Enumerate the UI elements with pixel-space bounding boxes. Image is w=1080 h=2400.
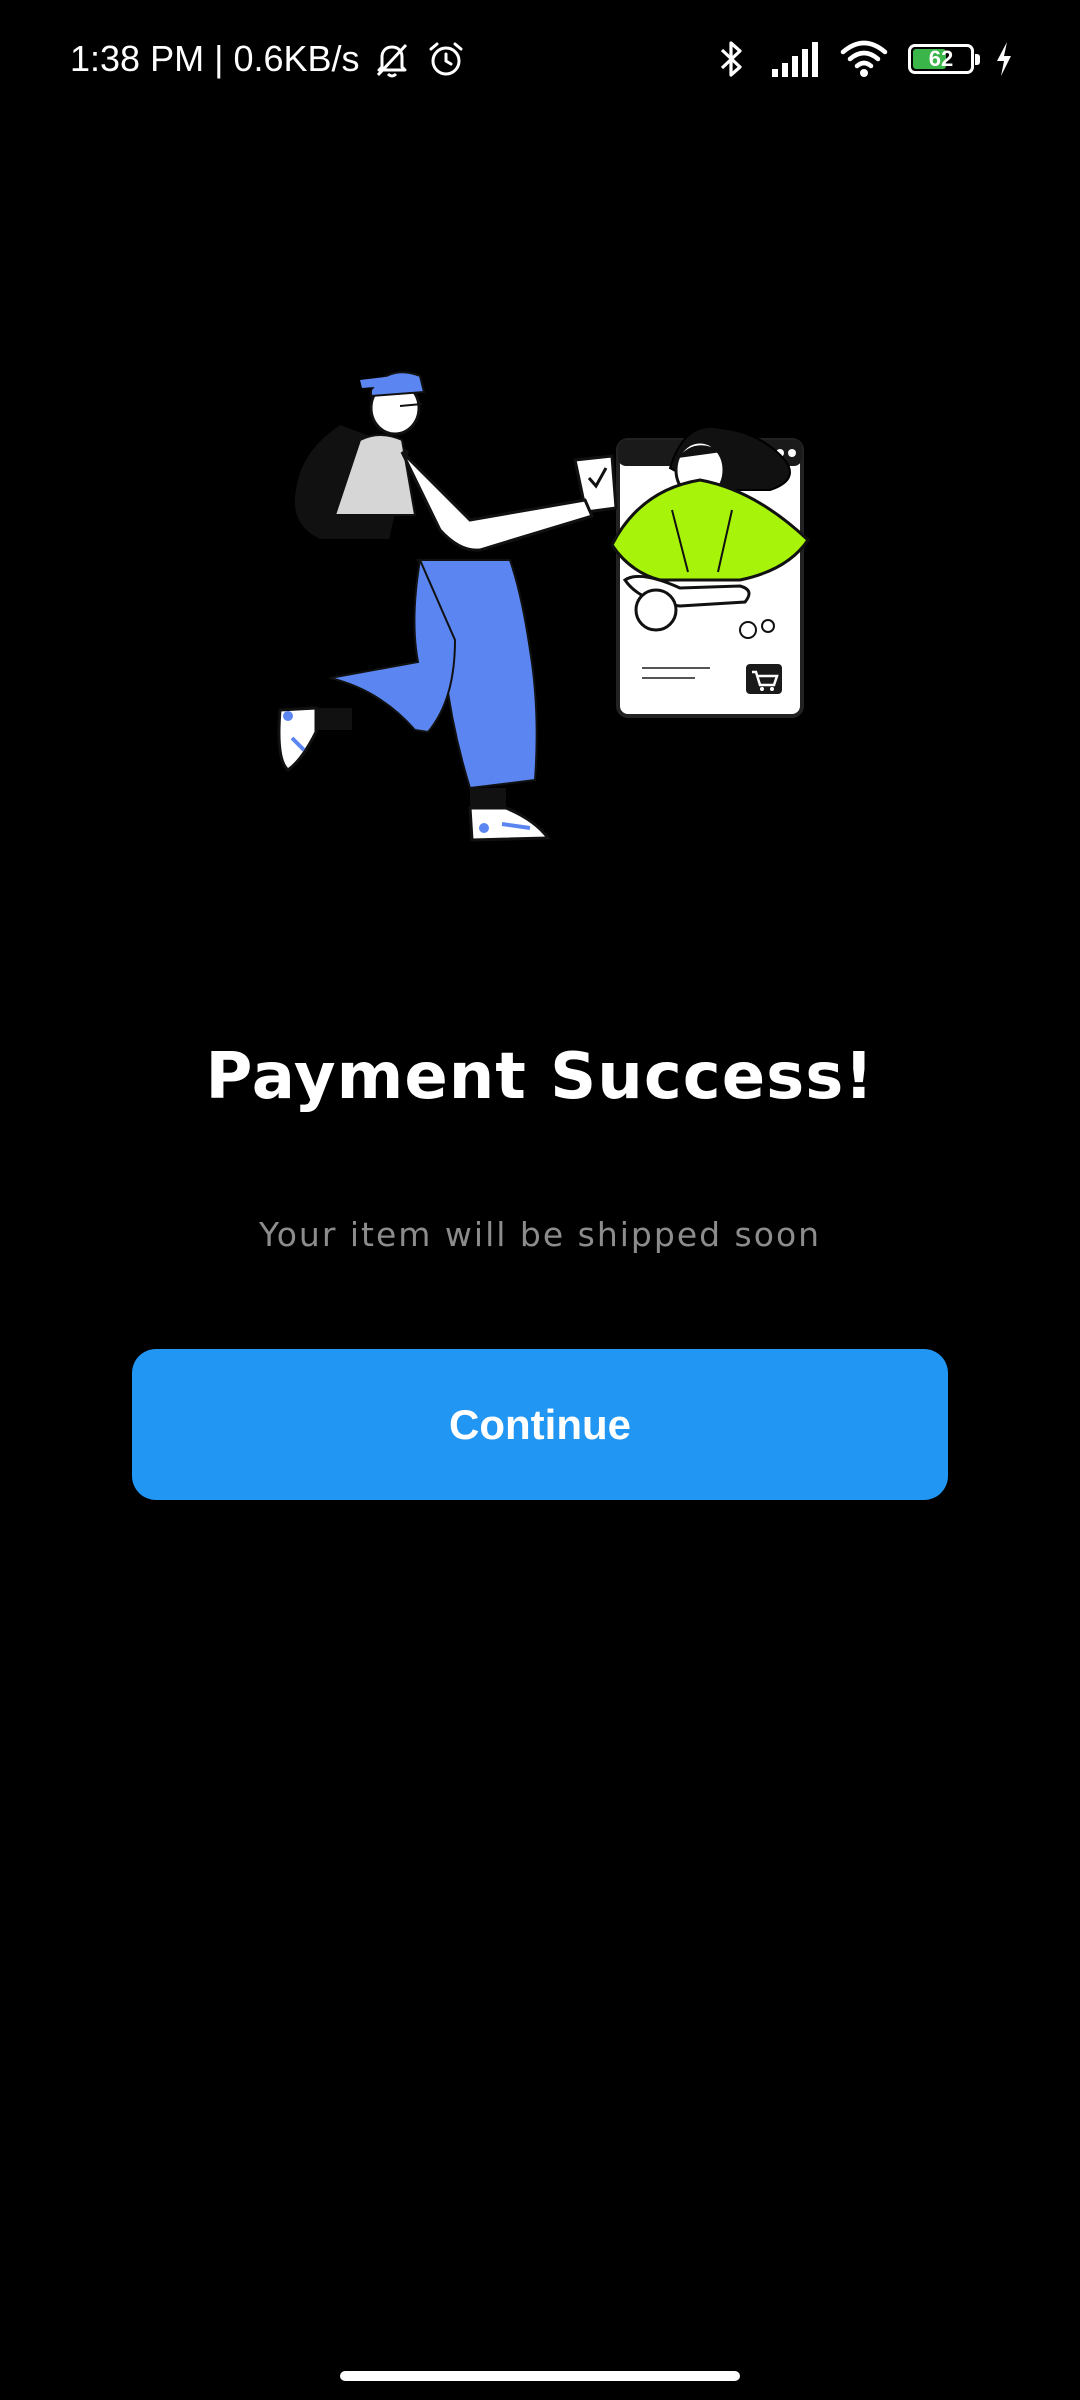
continue-label: Continue [449, 1400, 631, 1448]
battery-level: 62 [928, 46, 954, 71]
payment-success-illustration [240, 340, 840, 860]
status-right: 62 [714, 34, 1014, 84]
home-indicator[interactable] [340, 2371, 740, 2381]
page-subtitle: Your item will be shipped soon [258, 1215, 822, 1254]
bluetooth-icon [714, 37, 750, 81]
wifi-icon [840, 39, 888, 79]
charging-icon [994, 39, 1014, 79]
status-left: 1:38 PM | 0.6KB/s [70, 34, 468, 84]
page-title: Payment Success! [205, 1040, 875, 1114]
courier-figure [277, 371, 595, 842]
continue-button[interactable]: Continue [132, 1349, 948, 1500]
mute-bell-icon [370, 37, 414, 81]
signal-icon [770, 39, 820, 79]
network-speed: 0.6KB/s [233, 38, 360, 79]
status-separator: | [214, 38, 224, 79]
status-time: 1:38 PM [70, 38, 205, 79]
status-bar: 1:38 PM | 0.6KB/s 62 [0, 0, 1080, 120]
alarm-icon [424, 37, 468, 81]
battery-icon: 62 [908, 44, 980, 74]
